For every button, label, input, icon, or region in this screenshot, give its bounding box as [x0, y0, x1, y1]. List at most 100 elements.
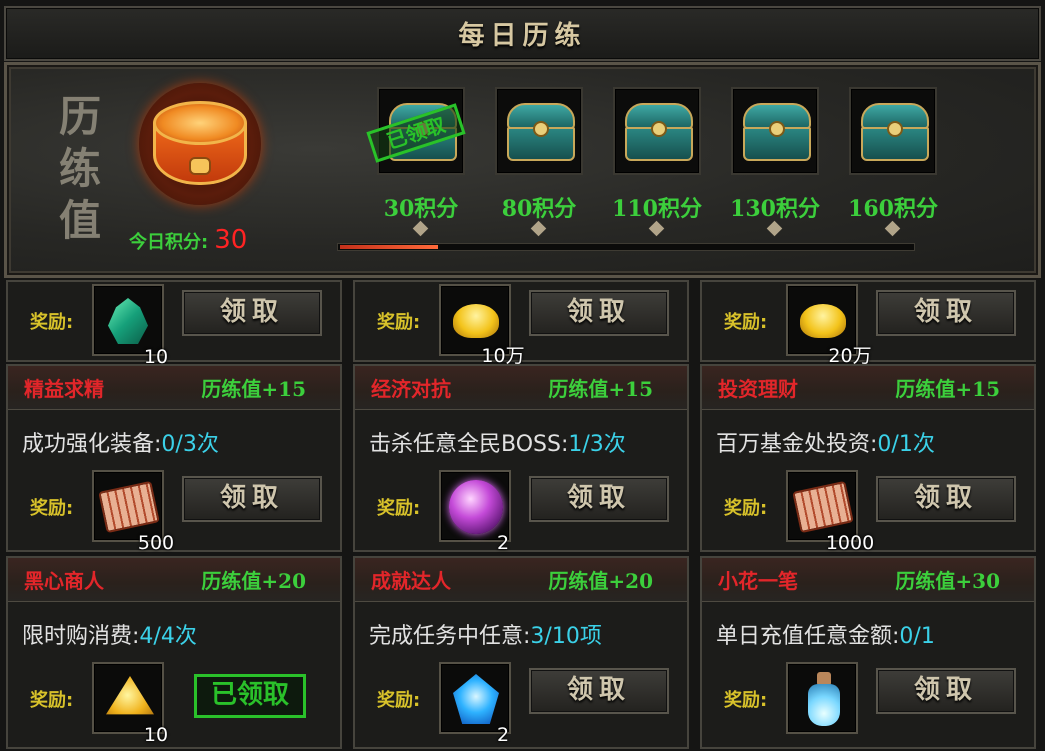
scroll-icon — [98, 480, 160, 534]
reward-label: 奖励: — [724, 312, 768, 333]
task-desc-text: 成功强化装备: — [22, 432, 162, 457]
treasure-chest-icon — [849, 87, 937, 175]
task-desc-text: 完成任务中任意: — [369, 624, 531, 649]
scroll-icon — [792, 480, 854, 534]
treasure-chest-icon — [495, 87, 583, 175]
reward-qty: 2 — [496, 532, 510, 554]
task-desc-text: 百万基金处投资: — [716, 432, 878, 457]
task-name: 小花一笔 — [718, 569, 798, 593]
blue-gem-icon — [453, 674, 499, 724]
reward-label: 奖励: — [377, 498, 421, 519]
gold-ingot-icon — [453, 304, 499, 338]
task-desc-text: 击杀任意全民BOSS: — [369, 432, 569, 457]
task-name: 投资理财 — [718, 377, 798, 401]
task-desc: 完成任务中任意:3/10项 — [369, 618, 602, 650]
task-name: 经济对抗 — [371, 377, 451, 401]
training-value-calligraphy: 历练值 — [58, 92, 101, 245]
reward-label: 奖励: — [724, 690, 768, 711]
progress-marker-icon — [648, 220, 665, 237]
reward-label: 奖励: — [30, 498, 74, 519]
gold-ore-icon — [106, 676, 154, 715]
crystal-icon — [108, 298, 148, 344]
chest-points: 160积分 — [848, 196, 938, 222]
task-card-5: 成就达人 历练值+20 完成任务中任意:3/10项 奖励: 2 领取 — [353, 556, 689, 749]
claim-button[interactable]: 领取 — [529, 476, 669, 522]
score-progress-fill — [340, 245, 438, 249]
reward-item[interactable]: 10万 — [439, 284, 525, 367]
claim-button[interactable]: 领取 — [182, 290, 322, 336]
claim-button[interactable]: 领取 — [529, 290, 669, 336]
chest-points: 110积分 — [612, 196, 702, 222]
task-progress: 3/10项 — [530, 624, 602, 649]
claim-button[interactable]: 领取 — [876, 290, 1016, 336]
reward-label: 奖励: — [377, 312, 421, 333]
task-progress: 4/4次 — [139, 624, 197, 649]
chest-110[interactable]: 110积分 — [609, 87, 705, 237]
task-card-2: 经济对抗 历练值+15 击杀任意全民BOSS:1/3次 奖励: 2 领取 — [353, 364, 689, 554]
reward-label: 奖励: — [377, 690, 421, 711]
reward-item[interactable]: 2 — [439, 470, 511, 554]
task-progress: 1/3次 — [568, 432, 626, 457]
potion-bottle-icon — [808, 672, 840, 728]
drum-icon — [139, 83, 261, 205]
claim-button[interactable]: 领取 — [876, 476, 1016, 522]
chest-130[interactable]: 130积分 — [727, 87, 823, 237]
purple-orb-icon — [449, 480, 503, 534]
chest-160[interactable]: 160积分 — [845, 87, 941, 237]
task-progress: 0/3次 — [161, 432, 219, 457]
task-card-1: 精益求精 历练值+15 成功强化装备:0/3次 奖励: 500 领取 — [6, 364, 342, 554]
score-progress-bar — [337, 243, 915, 251]
task-reward: 历练值+30 — [895, 569, 1000, 593]
claim-button[interactable]: 领取 — [529, 668, 669, 714]
reward-item[interactable]: 20万 — [786, 284, 872, 367]
reward-label: 奖励: — [724, 498, 768, 519]
task-reward: 历练值+15 — [895, 377, 1000, 401]
treasure-chest-icon — [613, 87, 701, 175]
task-name: 黑心商人 — [24, 569, 104, 593]
reward-qty: 2 — [496, 724, 510, 746]
reward-item[interactable]: 500 — [92, 470, 174, 554]
gold-ingot-icon — [800, 304, 846, 338]
task-desc-text: 单日充值任意金额: — [716, 624, 900, 649]
progress-marker-icon — [884, 220, 901, 237]
progress-marker-icon — [530, 220, 547, 237]
reward-label: 奖励: — [30, 312, 74, 333]
reward-item[interactable]: 10 — [92, 662, 168, 746]
claim-button[interactable]: 领取 — [182, 476, 322, 522]
today-score-value: 30 — [214, 225, 248, 255]
daily-training-panel: 每日历练 历练值 今日积分: 30 已领取 30积分 80积分 110积分 13… — [0, 0, 1045, 751]
reward-item[interactable]: 1000 — [786, 470, 874, 554]
treasure-chest-icon — [731, 87, 819, 175]
task-desc-text: 限时购消费: — [22, 624, 140, 649]
reward-label: 奖励: — [30, 690, 74, 711]
task-desc: 击杀任意全民BOSS:1/3次 — [369, 426, 626, 458]
reward-qty: 1000 — [825, 532, 875, 554]
task-name: 精益求精 — [24, 377, 104, 401]
chest-80[interactable]: 80积分 — [491, 87, 587, 237]
chest-points: 130积分 — [730, 196, 820, 222]
task-card-6: 小花一笔 历练值+30 单日充值任意金额:0/1 奖励: 领取 — [700, 556, 1036, 749]
title-bar: 每日历练 — [4, 6, 1041, 61]
chest-points: 30积分 — [383, 196, 459, 222]
reward-qty: 10 — [143, 724, 169, 746]
reward-card-top-3: 奖励: 20万 领取 — [700, 280, 1036, 367]
progress-marker-icon — [766, 220, 783, 237]
task-name: 成就达人 — [371, 569, 451, 593]
reward-card-top-1: 奖励: 10 领取 — [6, 280, 342, 368]
chest-30[interactable]: 已领取 30积分 — [366, 87, 469, 237]
task-desc: 单日充值任意金额:0/1 — [716, 618, 935, 650]
panel-title: 每日历练 — [458, 21, 587, 51]
reward-item[interactable] — [786, 662, 858, 734]
progress-marker-icon — [412, 220, 429, 237]
task-reward: 历练值+20 — [548, 569, 653, 593]
task-desc: 百万基金处投资:0/1次 — [716, 426, 935, 458]
task-desc: 成功强化装备:0/3次 — [22, 426, 219, 458]
reward-item[interactable]: 10 — [92, 284, 168, 368]
reward-qty: 500 — [137, 532, 175, 554]
today-score-label: 今日积分: — [129, 232, 209, 253]
today-score: 今日积分: 30 — [129, 225, 247, 255]
task-progress: 0/1 — [899, 624, 935, 649]
claimed-badge: 已领取 — [194, 674, 306, 718]
claim-button[interactable]: 领取 — [876, 668, 1016, 714]
reward-item[interactable]: 2 — [439, 662, 511, 746]
